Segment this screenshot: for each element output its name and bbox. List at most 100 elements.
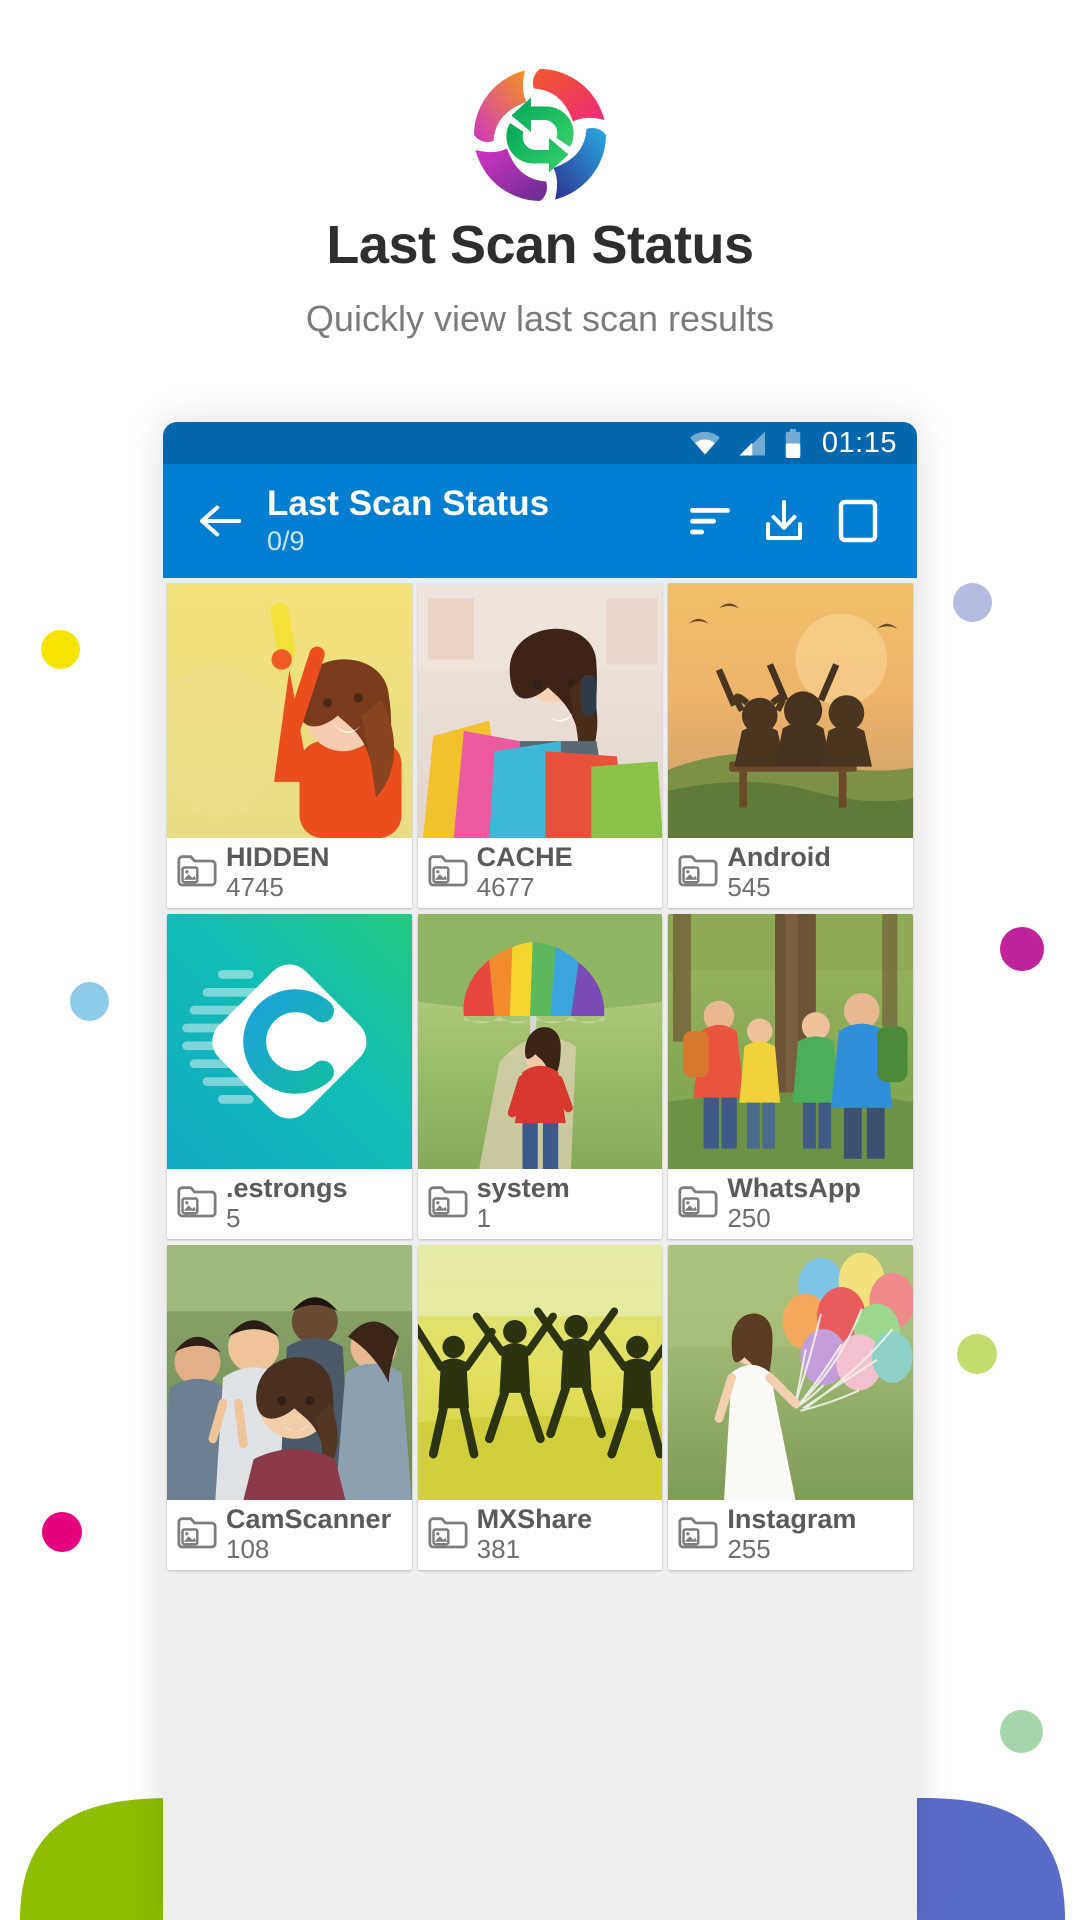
tile-thumbnail[interactable]	[668, 914, 913, 1169]
folder-image-icon	[177, 853, 217, 893]
family-hiking-forest-image	[668, 914, 913, 1169]
tile-text-block: system 1	[477, 1174, 570, 1233]
folder-tile[interactable]: MXShare 381	[417, 1245, 663, 1570]
folder-image-icon	[428, 1186, 468, 1218]
tile-text-block: MXShare 381	[477, 1505, 593, 1564]
folder-image-icon	[177, 1184, 217, 1224]
tile-meta: Android 545	[668, 838, 913, 908]
tile-thumbnail[interactable]	[668, 583, 913, 838]
tile-item-count: 545	[727, 871, 771, 902]
tile-thumbnail[interactable]	[417, 1245, 663, 1500]
tile-item-count: 381	[476, 1533, 521, 1564]
folder-tile[interactable]: system 1	[417, 914, 663, 1239]
tile-thumbnail[interactable]	[668, 1245, 913, 1500]
dot-magenta	[1000, 927, 1044, 971]
tile-item-count: 4745	[226, 871, 284, 902]
folder-tile[interactable]: .estrongs 5	[167, 914, 412, 1239]
tile-text-block: Instagram 255	[727, 1505, 856, 1564]
dot-mintgreen	[1000, 1710, 1043, 1753]
dot-yellow	[41, 630, 80, 669]
tile-meta: .estrongs 5	[167, 1169, 412, 1239]
folder-tile[interactable]: Android 545	[668, 583, 913, 908]
folder-image-icon	[428, 855, 468, 887]
toolbar-title-block: Last Scan Status 0/9	[267, 484, 673, 558]
folder-image-icon	[177, 855, 217, 887]
toolbar-selection-count: 0/9	[267, 526, 305, 557]
tile-folder-name: CACHE	[476, 843, 573, 872]
app-toolbar: Last Scan Status 0/9	[163, 464, 917, 578]
back-button[interactable]	[185, 486, 255, 556]
folder-image-icon	[428, 853, 468, 893]
woman-balloons-white-dress-image	[668, 1245, 913, 1500]
woman-shopping-bags-image	[417, 583, 663, 838]
folder-image-icon	[678, 1186, 718, 1218]
tile-item-count: 5	[226, 1202, 241, 1233]
folder-image-icon	[177, 1517, 217, 1549]
select-all-button[interactable]	[821, 484, 895, 558]
tile-folder-name: MXShare	[476, 1505, 593, 1534]
tile-item-count: 4677	[476, 871, 535, 902]
tile-text-block: .estrongs 5	[226, 1174, 348, 1233]
tile-thumbnail[interactable]	[417, 914, 663, 1169]
battery-icon	[784, 428, 802, 458]
kids-bench-sunset-image	[668, 583, 913, 838]
toolbar-title: Last Scan Status	[267, 484, 550, 524]
tile-text-block: WhatsApp 250	[727, 1174, 860, 1233]
tile-thumbnail[interactable]	[167, 583, 412, 838]
page-title: Last Scan Status	[326, 215, 754, 275]
tile-folder-name: system	[476, 1174, 570, 1203]
folder-tile[interactable]: CamScanner 108	[167, 1245, 412, 1570]
refresh-cycle-logo-icon	[474, 69, 606, 201]
tile-folder-name: Android	[727, 843, 831, 872]
dot-lightblue	[70, 982, 109, 1021]
tile-meta: WhatsApp 250	[668, 1169, 913, 1239]
folder-image-icon	[678, 855, 718, 887]
tile-text-block: CamScanner 108	[226, 1505, 391, 1564]
sort-icon	[690, 508, 730, 535]
folder-tile[interactable]: Instagram 255	[668, 1245, 913, 1570]
wifi-icon	[688, 430, 722, 456]
download-icon	[766, 500, 802, 540]
people-jumping-field-image	[417, 1245, 663, 1500]
teal-c-app-logo-image	[167, 914, 412, 1169]
tile-meta: CamScanner 108	[167, 1500, 412, 1570]
woman-confetti-yellow-image	[167, 583, 412, 838]
folder-image-icon	[678, 853, 718, 893]
folder-tile[interactable]: HIDDEN 4745	[167, 583, 412, 908]
sort-button[interactable]	[673, 484, 747, 558]
folder-image-icon	[678, 1517, 718, 1549]
folder-tile[interactable]: WhatsApp 250	[668, 914, 913, 1239]
folder-image-icon	[678, 1184, 718, 1224]
tile-text-block: Android 545	[727, 843, 830, 902]
phone-mockup: 01:15 Last Scan Status 0/9 HIDDEN 4745 C…	[163, 422, 917, 1920]
tile-thumbnail[interactable]	[417, 583, 663, 838]
tile-folder-name: WhatsApp	[727, 1174, 861, 1203]
tile-folder-name: Instagram	[727, 1505, 857, 1534]
tile-item-count: 1	[476, 1202, 492, 1233]
folder-grid: HIDDEN 4745 CACHE 4677 Android 545 .estr…	[163, 578, 917, 1570]
tile-text-block: HIDDEN 4745	[226, 843, 330, 902]
cellular-signal-icon	[738, 430, 768, 457]
folder-tile[interactable]: CACHE 4677	[417, 583, 663, 908]
tile-meta: MXShare 381	[418, 1500, 663, 1570]
folder-image-icon	[428, 1517, 468, 1549]
dot-yellowgreen	[957, 1334, 997, 1374]
tile-folder-name: CamScanner	[226, 1505, 392, 1534]
woman-rainbow-umbrella-image	[417, 914, 663, 1169]
tile-item-count: 255	[727, 1533, 771, 1564]
folder-image-icon	[177, 1186, 217, 1218]
friends-selfie-group-image	[167, 1245, 412, 1500]
folder-image-icon	[428, 1515, 468, 1555]
app-logo	[465, 60, 615, 210]
folder-image-icon	[428, 1184, 468, 1224]
tile-thumbnail[interactable]	[167, 914, 412, 1169]
tile-item-count: 250	[727, 1202, 771, 1233]
tile-item-count: 108	[226, 1533, 270, 1564]
folder-image-icon	[678, 1515, 718, 1555]
tile-meta: HIDDEN 4745	[167, 838, 412, 908]
tile-meta: Instagram 255	[668, 1500, 913, 1570]
tile-thumbnail[interactable]	[167, 1245, 412, 1500]
download-button[interactable]	[747, 484, 821, 558]
tile-folder-name: HIDDEN	[226, 843, 330, 872]
status-bar: 01:15	[163, 422, 917, 464]
